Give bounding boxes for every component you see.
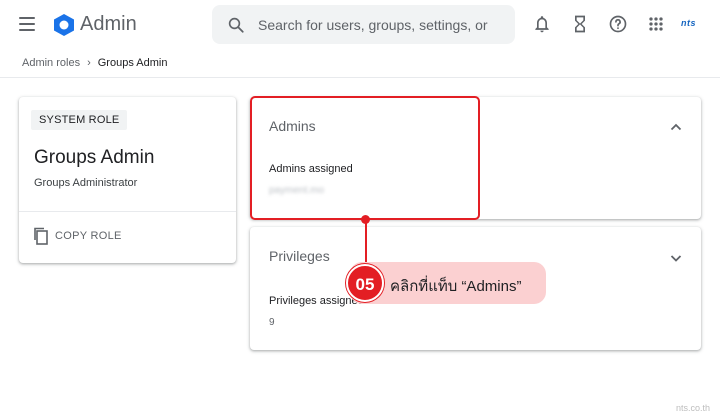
callout-text: คลิกที่แท็บ “Admins” <box>390 278 522 295</box>
watermark: nts.co.th <box>676 403 711 413</box>
chevron-down-icon[interactable] <box>668 250 684 266</box>
copy-icon <box>34 227 48 245</box>
menu-icon[interactable] <box>19 17 35 31</box>
app-title[interactable]: Admin <box>80 12 137 36</box>
breadcrumb-admin-roles[interactable]: Admin roles <box>22 57 80 69</box>
admins-highlight-box <box>250 96 480 220</box>
search-input[interactable]: Search for users, groups, settings, or <box>258 17 488 33</box>
brand-logo[interactable]: nts <box>681 18 696 28</box>
system-role-chip: SYSTEM ROLE <box>31 110 128 130</box>
role-summary-card: SYSTEM ROLE Groups Admin Groups Administ… <box>19 97 236 263</box>
step-number-badge: 05 <box>346 264 384 302</box>
apps-grid-icon[interactable] <box>646 14 666 34</box>
top-app-bar: Admin Search for users, groups, settings… <box>0 0 720 50</box>
step-number: 05 <box>355 275 375 294</box>
header-divider <box>0 77 720 78</box>
role-description: Groups Administrator <box>34 177 138 189</box>
callout-connector <box>365 219 367 267</box>
card-divider <box>19 211 236 212</box>
breadcrumb: Admin roles › Groups Admin <box>22 57 167 69</box>
search-bar[interactable]: Search for users, groups, settings, or <box>212 5 515 44</box>
privileges-assigned-value: 9 <box>269 317 275 328</box>
chevron-up-icon[interactable] <box>668 119 684 135</box>
search-icon[interactable] <box>227 16 245 34</box>
admin-logo-icon[interactable] <box>52 13 76 37</box>
hourglass-icon[interactable] <box>570 14 590 34</box>
help-icon[interactable] <box>608 14 628 34</box>
breadcrumb-separator: › <box>87 57 91 69</box>
copy-role-button[interactable]: COPY ROLE <box>33 227 122 245</box>
breadcrumb-current: Groups Admin <box>97 57 168 69</box>
privileges-assigned-label: Privileges assigned <box>269 295 364 307</box>
callout-anchor-dot <box>361 215 370 224</box>
privileges-tab-title[interactable]: Privileges <box>269 248 330 264</box>
role-name: Groups Admin <box>34 147 155 168</box>
copy-role-label: COPY ROLE <box>55 230 122 242</box>
bell-icon[interactable] <box>532 14 552 34</box>
